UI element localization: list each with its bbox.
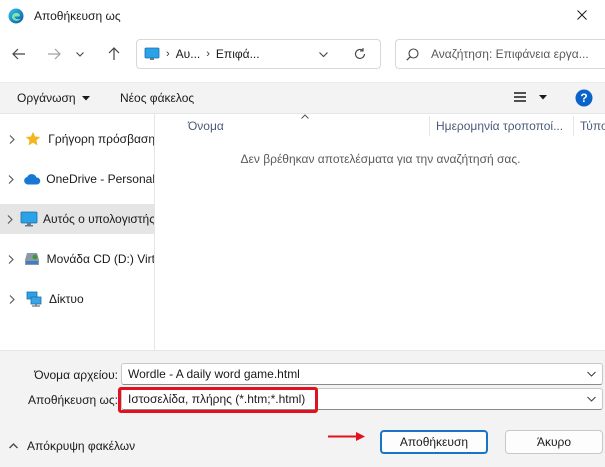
sort-ascending-icon bbox=[301, 114, 309, 119]
recent-locations-button[interactable] bbox=[70, 40, 90, 68]
help-icon: ? bbox=[575, 89, 593, 107]
title-bar: Αποθήκευση ως bbox=[0, 0, 605, 32]
expand-chevron-icon[interactable] bbox=[0, 254, 23, 264]
list-view-icon bbox=[514, 92, 526, 102]
filename-combobox[interactable] bbox=[121, 363, 603, 385]
organize-label: Οργάνωση bbox=[17, 91, 76, 105]
column-divider[interactable] bbox=[573, 116, 574, 136]
savetype-label: Αποθήκευση ως: bbox=[28, 393, 118, 407]
arrow-left-icon bbox=[12, 48, 25, 60]
expand-chevron-icon[interactable] bbox=[0, 294, 24, 304]
sidebar-item-label: Μονάδα CD (D:) Virt bbox=[46, 252, 155, 266]
breadcrumb-desktop[interactable]: Επιφά... bbox=[216, 47, 260, 61]
hide-folders-label: Απόκρυψη φακέλων bbox=[27, 439, 136, 453]
sidebar-item-quick-access[interactable]: Γρήγορη πρόσβαση bbox=[0, 124, 155, 154]
address-bar[interactable]: › Αυ... › Επιφά... bbox=[136, 39, 381, 69]
close-icon bbox=[577, 10, 587, 20]
window-title: Αποθήκευση ως bbox=[34, 9, 121, 23]
sidebar-item-label: OneDrive - Personal bbox=[46, 172, 155, 186]
view-options-button[interactable] bbox=[513, 91, 547, 103]
search-box[interactable] bbox=[395, 39, 605, 69]
navigation-bar: › Αυ... › Επιφά... bbox=[0, 32, 605, 76]
chevron-up-icon bbox=[9, 443, 18, 449]
cd-drive-icon bbox=[23, 251, 42, 267]
empty-results-message: Δεν βρέθηκαν αποτελέσματα για την αναζήτ… bbox=[240, 152, 521, 166]
expand-chevron-icon[interactable] bbox=[0, 174, 23, 184]
new-folder-label: Νέος φάκελος bbox=[120, 91, 195, 105]
sidebar-item-network[interactable]: Δίκτυο bbox=[0, 284, 154, 314]
forward-button[interactable] bbox=[40, 40, 68, 68]
desktop-icon bbox=[144, 47, 160, 60]
network-icon bbox=[24, 291, 44, 307]
chevron-down-icon[interactable] bbox=[587, 393, 596, 405]
expand-chevron-icon[interactable] bbox=[0, 214, 20, 224]
hide-folders-toggle[interactable]: Απόκρυψη φακέλων bbox=[9, 439, 135, 453]
close-button[interactable] bbox=[559, 0, 605, 30]
cloud-icon bbox=[23, 171, 42, 187]
save-button[interactable]: Αποθήκευση bbox=[380, 430, 488, 454]
sidebar-item-this-pc[interactable]: Αυτός ο υπολογιστής bbox=[0, 204, 155, 234]
search-input[interactable] bbox=[431, 47, 601, 61]
sidebar-item-label: Γρήγορη πρόσβαση bbox=[48, 132, 155, 146]
sidebar-item-cd-drive[interactable]: Μονάδα CD (D:) Virt bbox=[0, 244, 155, 274]
column-header-name[interactable]: Όνομα bbox=[188, 114, 224, 138]
cancel-button[interactable]: Άκυρο bbox=[505, 430, 603, 454]
search-icon bbox=[406, 47, 419, 61]
expand-chevron-icon[interactable] bbox=[0, 134, 24, 144]
navigation-pane: Γρήγορη πρόσβαση OneDrive - Personal Αυτ… bbox=[0, 114, 155, 350]
highlight-box bbox=[118, 387, 318, 413]
arrow-right-icon bbox=[48, 48, 61, 60]
computer-icon bbox=[20, 211, 38, 227]
chevron-down-icon[interactable] bbox=[319, 52, 328, 57]
filename-label: Όνομα αρχείου: bbox=[34, 368, 118, 382]
breadcrumb-separator-icon: › bbox=[166, 48, 170, 60]
column-header-type[interactable]: Τύπος bbox=[580, 114, 605, 138]
filename-input[interactable] bbox=[122, 367, 562, 381]
caret-down-icon bbox=[539, 94, 547, 99]
chevron-down-icon[interactable] bbox=[587, 368, 596, 380]
column-header-date-modified[interactable]: Ημερομηνία τροποποί... bbox=[436, 114, 563, 138]
refresh-icon[interactable] bbox=[353, 47, 367, 61]
star-icon bbox=[24, 131, 44, 147]
help-button[interactable]: ? bbox=[575, 89, 593, 110]
back-button[interactable] bbox=[5, 40, 33, 68]
file-list: Όνομα Ημερομηνία τροποποί... Τύπος Δεν β… bbox=[156, 114, 605, 350]
command-bar: Οργάνωση Νέος φάκελος ? bbox=[0, 82, 605, 114]
breadcrumb-separator-icon: › bbox=[206, 48, 210, 60]
organize-menu[interactable]: Οργάνωση bbox=[17, 91, 90, 105]
breadcrumb-this-pc[interactable]: Αυ... bbox=[176, 47, 201, 61]
arrow-up-icon bbox=[108, 47, 120, 60]
sidebar-item-label: Δίκτυο bbox=[49, 292, 84, 306]
sidebar-item-onedrive[interactable]: OneDrive - Personal bbox=[0, 164, 155, 194]
chevron-down-icon bbox=[76, 51, 84, 57]
up-button[interactable] bbox=[100, 40, 128, 68]
caret-down-icon bbox=[81, 95, 90, 100]
new-folder-button[interactable]: Νέος φάκελος bbox=[120, 91, 194, 105]
svg-text:?: ? bbox=[580, 91, 587, 105]
column-divider[interactable] bbox=[429, 116, 430, 136]
annotation-arrow-icon bbox=[328, 432, 365, 441]
sidebar-item-label: Αυτός ο υπολογιστής bbox=[43, 212, 155, 226]
edge-icon bbox=[8, 8, 24, 24]
